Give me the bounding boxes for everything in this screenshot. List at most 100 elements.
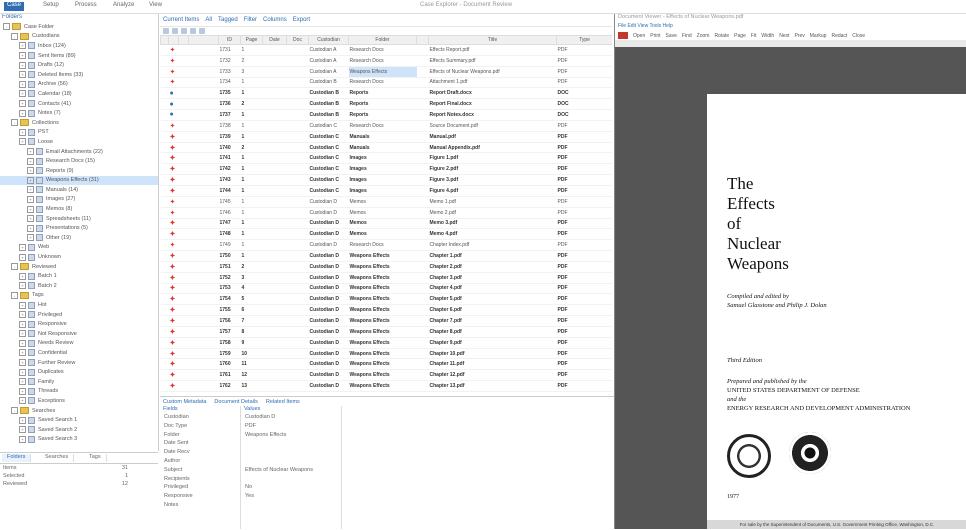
expand-toggle-icon[interactable]: + [19, 388, 26, 395]
tree-item[interactable]: +Manuals (14) [0, 185, 158, 195]
table-row[interactable]: ✦17589Custodian DWeapons EffectsChapter … [161, 337, 613, 348]
tree-item[interactable]: +Batch 2 [0, 281, 158, 291]
viewer-toolbar-button[interactable]: Save [666, 33, 677, 39]
tree-item[interactable]: +Images (27) [0, 195, 158, 205]
grid-toolbar-button[interactable]: Export [293, 17, 310, 23]
tree-item[interactable]: +Drafts (12) [0, 60, 158, 70]
tree-item[interactable]: +Email Attachments (22) [0, 147, 158, 157]
grid-toolbar-button[interactable]: Filter [244, 17, 257, 23]
column-header[interactable]: Folder [349, 36, 417, 45]
tab-document-details[interactable]: Document Details [214, 399, 257, 405]
tab-tags[interactable]: Tags [84, 454, 107, 462]
tree-item[interactable]: +Needs Review [0, 339, 158, 349]
export-icon[interactable] [190, 28, 196, 34]
filter-icon[interactable] [172, 28, 178, 34]
viewer-toolbar-button[interactable]: Rotate [714, 33, 729, 39]
table-row[interactable]: ✦176112Custodian DWeapons EffectsChapter… [161, 370, 613, 381]
app-tab-process[interactable]: Process [72, 2, 100, 11]
viewer-toolbar-button[interactable]: Next [779, 33, 789, 39]
expand-toggle-icon[interactable]: - [11, 263, 18, 270]
expand-toggle-icon[interactable]: + [19, 349, 26, 356]
tree-item[interactable]: +Further Review [0, 358, 158, 368]
expand-toggle-icon[interactable]: + [19, 436, 26, 443]
viewer-toolbar-button[interactable]: Fit [751, 33, 757, 39]
expand-toggle-icon[interactable]: + [19, 426, 26, 433]
tree-item[interactable]: +Notes (7) [0, 108, 158, 118]
column-header[interactable] [169, 36, 179, 45]
tree-item[interactable]: +Privileged [0, 310, 158, 320]
table-row[interactable]: ✦175910Custodian DWeapons EffectsChapter… [161, 348, 613, 359]
field-row[interactable]: Author [160, 458, 240, 467]
table-row[interactable]: ✦17402Custodian CManualsManual Appendix.… [161, 142, 613, 153]
tree-item[interactable]: +Sent Items (89) [0, 51, 158, 61]
field-row[interactable]: Responsive [160, 493, 240, 502]
field-row[interactable]: Recipients [160, 476, 240, 485]
expand-toggle-icon[interactable]: + [19, 71, 26, 78]
expand-toggle-icon[interactable]: + [19, 129, 26, 136]
expand-toggle-icon[interactable]: + [19, 62, 26, 69]
tab-custom-metadata[interactable]: Custom Metadata [163, 399, 206, 405]
tree-item[interactable]: +Threads [0, 387, 158, 397]
table-row[interactable]: ●17351Custodian BReportsReport Draft.doc… [161, 88, 613, 99]
tree-item[interactable]: +Family [0, 377, 158, 387]
expand-toggle-icon[interactable]: + [19, 359, 26, 366]
tree-item[interactable]: +Memos (8) [0, 204, 158, 214]
expand-toggle-icon[interactable]: + [27, 225, 34, 232]
value-row[interactable] [241, 449, 341, 458]
table-row[interactable]: ✦17481Custodian DMemosMemo 4.pdfPDF [161, 229, 613, 240]
column-header[interactable]: Type [557, 36, 613, 45]
tree-item[interactable]: +Research Docs (15) [0, 156, 158, 166]
field-row[interactable]: Folder [160, 432, 240, 441]
tree-item[interactable]: +Calendar (18) [0, 89, 158, 99]
expand-toggle-icon[interactable]: - [11, 407, 18, 414]
table-row[interactable]: ✦17512Custodian DWeapons EffectsChapter … [161, 261, 613, 272]
tree-item[interactable]: -Tags [0, 291, 158, 301]
value-row[interactable] [241, 458, 341, 467]
expand-toggle-icon[interactable]: + [27, 206, 34, 213]
print-icon[interactable] [199, 28, 205, 34]
tree-item[interactable]: +Archive (56) [0, 80, 158, 90]
table-row[interactable]: ●17371Custodian BReportsReport Notes.doc… [161, 110, 613, 121]
expand-toggle-icon[interactable]: - [3, 23, 10, 30]
expand-toggle-icon[interactable]: + [27, 196, 34, 203]
expand-toggle-icon[interactable]: + [27, 167, 34, 174]
value-row[interactable]: Yes [241, 493, 341, 502]
tag-icon[interactable] [181, 28, 187, 34]
column-header[interactable]: Custodian [309, 36, 349, 45]
tree-item[interactable]: +PST [0, 128, 158, 138]
tree-item[interactable]: +Weapons Effects (31) [0, 176, 158, 186]
app-tab-setup[interactable]: Setup [40, 2, 62, 11]
tree-item[interactable]: -Reviewed [0, 262, 158, 272]
tree-item[interactable]: +Saved Search 3 [0, 435, 158, 445]
tree-item[interactable]: +Inbox (124) [0, 41, 158, 51]
expand-toggle-icon[interactable]: + [19, 42, 26, 49]
table-row[interactable]: ✦17381Custodian CResearch DocsSource Doc… [161, 120, 613, 131]
table-row[interactable]: ✦17341Custodian BResearch DocsAttachment… [161, 77, 613, 88]
table-row[interactable]: ✦176011Custodian DWeapons EffectsChapter… [161, 359, 613, 370]
viewer-toolbar-button[interactable]: Open [633, 33, 645, 39]
grid-toolbar-button[interactable]: Tagged [218, 17, 238, 23]
field-row[interactable]: Privileged [160, 484, 240, 493]
tree-item[interactable]: +Loose [0, 137, 158, 147]
expand-toggle-icon[interactable]: + [19, 254, 26, 261]
expand-toggle-icon[interactable]: - [11, 119, 18, 126]
grid-toolbar-button[interactable]: Current Items [163, 17, 199, 23]
expand-toggle-icon[interactable]: + [19, 52, 26, 59]
tree-item[interactable]: +Contacts (41) [0, 99, 158, 109]
table-row[interactable]: ✦17523Custodian DWeapons EffectsChapter … [161, 272, 613, 283]
tree-item[interactable]: -Searches [0, 406, 158, 416]
app-tab-analyze[interactable]: Analyze [110, 2, 137, 11]
tree-item[interactable]: +Responsive [0, 319, 158, 329]
value-row[interactable]: Custodian D [241, 414, 341, 423]
table-row[interactable]: ✦17333Custodian AWeapons EffectsEffects … [161, 66, 613, 77]
grid-toolbar-button[interactable]: Columns [263, 17, 287, 23]
expand-toggle-icon[interactable]: + [19, 369, 26, 376]
expand-toggle-icon[interactable]: + [19, 311, 26, 318]
table-row[interactable]: ●17362Custodian BReportsReport Final.doc… [161, 99, 613, 110]
table-row[interactable]: ✦17411Custodian CImagesFigure 1.pdfPDF [161, 153, 613, 164]
value-row[interactable]: PDF [241, 423, 341, 432]
table-row[interactable]: ✦17501Custodian DWeapons EffectsChapter … [161, 251, 613, 262]
expand-toggle-icon[interactable]: + [27, 158, 34, 165]
viewer-toolbar-button[interactable]: Prev [794, 33, 804, 39]
expand-toggle-icon[interactable]: + [27, 215, 34, 222]
